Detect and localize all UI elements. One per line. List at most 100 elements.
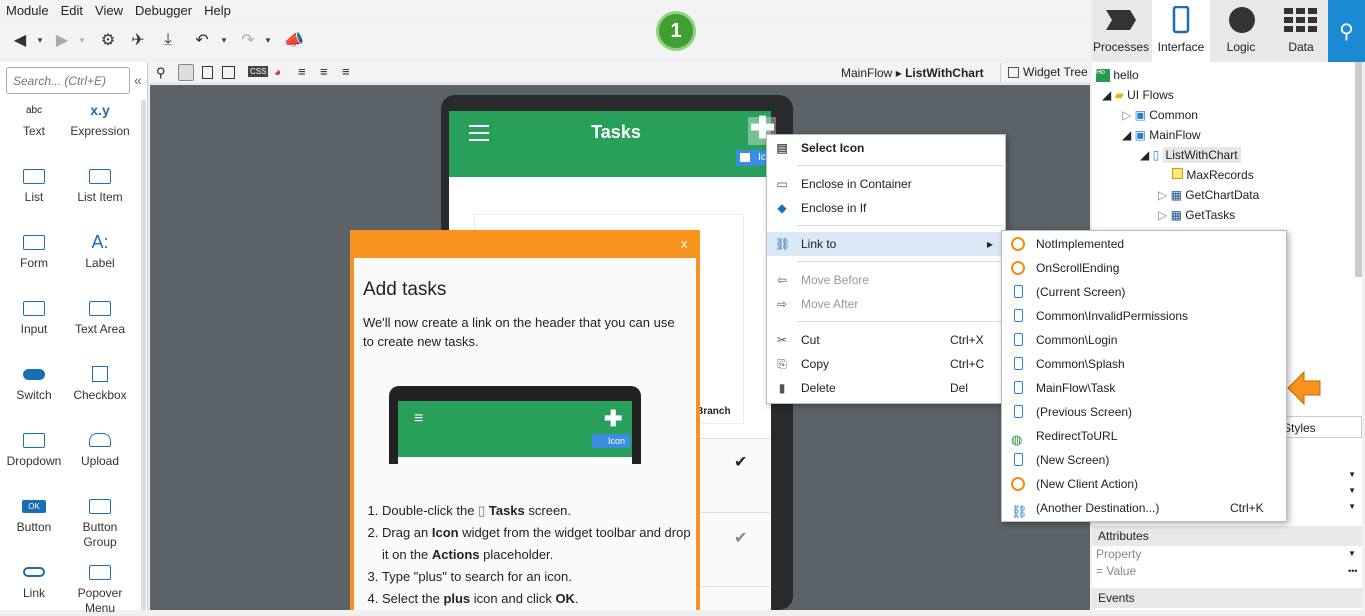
property-field[interactable]: Property [1096,547,1141,561]
menu-hamburger-icon[interactable] [469,125,489,141]
context-menu-label: Move After [801,297,859,311]
menu-view[interactable]: View [89,0,129,21]
tab-logic[interactable]: Logic [1212,0,1270,62]
property-dropdowns[interactable]: ▼ ▼ ▼ [1280,446,1362,522]
context-menu-cut[interactable]: ✂ Cut Ctrl+X [767,328,1005,352]
context-menu-move-before[interactable]: ⇦ Move Before [767,268,1005,292]
widget-expression[interactable]: x.y Expression [67,96,133,139]
menu-module[interactable]: Module [0,0,55,21]
context-menu-select-icon[interactable]: ▤ Select Icon [767,136,1005,160]
css-icon[interactable]: CSS [248,66,269,77]
widget-text[interactable]: abc Text [1,96,67,139]
menu-debugger[interactable]: Debugger [129,0,198,21]
settings-icon[interactable]: ⚙ [98,30,118,50]
align-center-icon[interactable]: ≡ [320,64,328,79]
breadcrumb-flow[interactable]: MainFlow [841,66,892,80]
tree-scrollbar[interactable] [1355,62,1362,277]
widget-list[interactable]: List [1,162,67,205]
search-button[interactable]: ⚲ [1328,0,1365,62]
redo-icon[interactable]: ↷ [238,30,258,50]
link-target-item[interactable]: Common\InvalidPermissions [1002,304,1286,328]
breadcrumb-screen[interactable]: ListWithChart [905,66,984,80]
widget-shape [23,432,45,448]
tree-child[interactable]: ▷ ▦ GetChartData [1158,188,1259,202]
tree-mainflow[interactable]: ◢ ▣ MainFlow [1122,128,1201,142]
back-icon[interactable]: ◀ [10,30,30,50]
link-target-item[interactable]: MainFlow\Task [1002,376,1286,400]
widget-switch[interactable]: Switch [1,360,67,403]
megaphone-icon[interactable]: 📣 [284,30,304,50]
context-menu-delete[interactable]: ▮ Delete Del [767,376,1005,400]
link-target-item[interactable]: Common\Login [1002,328,1286,352]
back-dropdown-icon[interactable]: ▾ [30,30,50,50]
check-icon-done[interactable]: ✔ [734,528,747,548]
widget-upload[interactable]: Upload [67,426,133,469]
deploy-icon[interactable]: ⤓ [158,30,178,50]
link-target-item[interactable]: (New Client Action) [1002,472,1286,496]
tree-root[interactable]: Ho hello [1096,68,1139,83]
undo-dropdown-icon[interactable]: ▾ [214,30,234,50]
widget-button[interactable]: OK Button [1,492,67,535]
undo-icon[interactable]: ↶ [192,30,212,50]
collapse-panel-icon[interactable]: « [134,72,142,88]
tablet-preview-icon[interactable] [202,66,213,79]
widget-text-area[interactable]: Text Area [67,294,133,337]
widget-search-input[interactable] [6,67,130,94]
align-left-icon[interactable]: ≡ [298,64,306,79]
link-target-item[interactable]: ⛓ (Another Destination...) Ctrl+K [1002,496,1286,520]
link-target-item[interactable]: (New Screen) [1002,448,1286,472]
link-target-item[interactable]: (Current Screen) [1002,280,1286,304]
menu-help[interactable]: Help [198,0,237,21]
tutorial-close-button[interactable]: x [681,236,688,251]
link-target-item[interactable]: (Previous Screen) [1002,400,1286,424]
forward-dropdown-icon[interactable]: ▾ [72,30,92,50]
tree-ui-flows[interactable]: ◢ ▰ UI Flows [1102,88,1174,102]
search-icon: ⚲ [1339,20,1354,43]
value-field[interactable]: = Value [1096,564,1136,578]
value-more-icon[interactable]: ••• [1348,566,1357,576]
action-circle-icon [1011,237,1025,251]
tree-child[interactable]: MaxRecords [1172,168,1254,182]
widget-label[interactable]: A: Label [67,228,133,271]
tree-screen[interactable]: ◢ ▯ ListWithChart [1140,147,1241,163]
context-menu-enclose-in-if[interactable]: ◆ Enclose in If [767,196,1005,220]
attributes-header: Attributes [1092,526,1362,546]
context-menu-enclose-in-container[interactable]: ▭ Enclose in Container [767,172,1005,196]
link-target-item[interactable]: NotImplemented [1002,232,1286,256]
align-right-icon[interactable]: ≡ [342,64,350,79]
menu-edit[interactable]: Edit [55,0,89,21]
widget-popover-menu[interactable]: Popover Menu [67,558,133,616]
tree-common[interactable]: ▷ ▣ Common [1122,108,1198,122]
forward-icon[interactable]: ▶ [52,30,72,50]
widget-input[interactable]: Input [1,294,67,337]
link-target-item[interactable]: Common\Splash [1002,352,1286,376]
right-tabs: Processes Interface Logic Data [1092,0,1365,62]
widget-button-group[interactable]: Button Group [67,492,133,550]
publish-icon[interactable]: ✈ [128,30,148,50]
context-menu-copy[interactable]: ⎘ Copy Ctrl+C [767,352,1005,376]
tab-data[interactable]: Data [1272,0,1330,62]
widget-link[interactable]: Link [1,558,67,601]
widget-dropdown[interactable]: Dropdown [1,426,67,469]
zoom-icon[interactable]: ⚲ [156,65,166,81]
context-menu-move-after[interactable]: ⇨ Move After [767,292,1005,316]
widget-list-item[interactable]: List Item [67,162,133,205]
context-menu-link-to[interactable]: ⛓ Link to ▸ [767,232,1005,256]
widget-checkbox[interactable]: Checkbox [67,360,133,403]
app-header[interactable] [449,111,771,177]
theme-icon[interactable]: ◕ [274,65,281,79]
form-icon [1,228,67,256]
property-dropdown-icon[interactable]: ▼ [1348,549,1356,558]
tree-child[interactable]: ▷ ▦ GetTasks [1158,208,1235,222]
check-icon[interactable]: ✔ [734,452,747,472]
link-target-item[interactable]: ◍ RedirectToURL [1002,424,1286,448]
phone-preview-icon[interactable] [178,64,194,81]
tab-interface[interactable]: Interface [1152,0,1210,62]
toolbox-scrollbar[interactable] [141,100,146,610]
widget-form[interactable]: Form [1,228,67,271]
tab-processes[interactable]: Processes [1092,0,1150,62]
step-bold: OK [555,591,575,606]
link-target-item[interactable]: OnScrollEnding [1002,256,1286,280]
rotate-icon[interactable] [222,66,235,79]
redo-dropdown-icon[interactable]: ▾ [258,30,278,50]
